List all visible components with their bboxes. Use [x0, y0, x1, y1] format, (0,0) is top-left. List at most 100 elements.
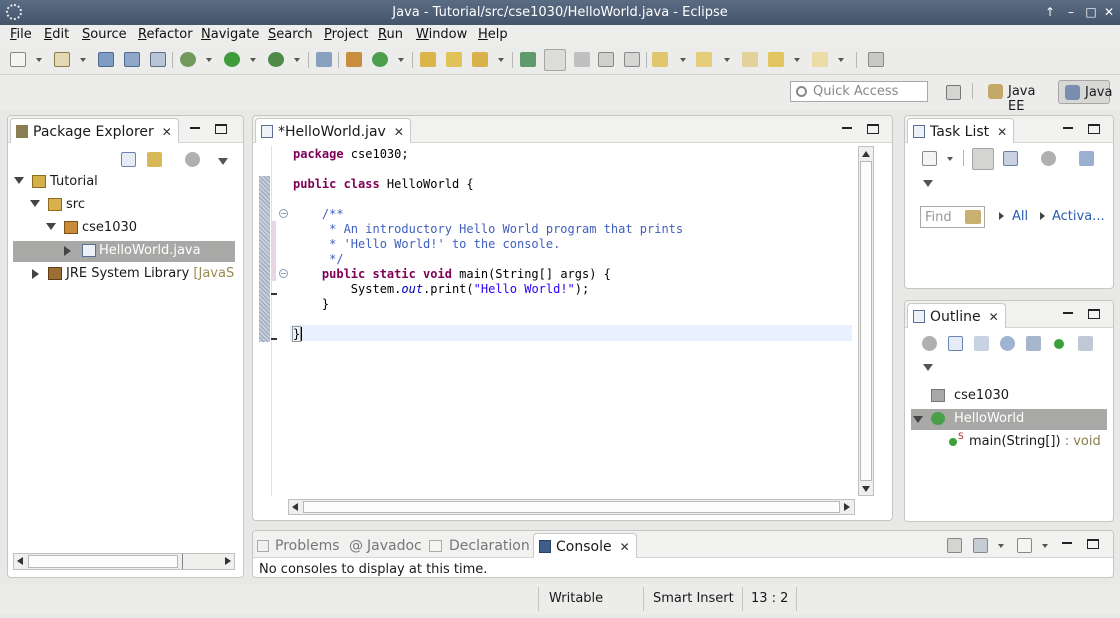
view-menu-icon[interactable] — [923, 364, 933, 371]
previous-annotation-icon[interactable] — [696, 52, 712, 67]
tree-item-project[interactable]: Tutorial — [14, 172, 234, 193]
last-edit-location-icon[interactable] — [742, 52, 758, 67]
new-icon[interactable] — [10, 52, 26, 67]
expand-icon[interactable] — [14, 177, 24, 184]
menu-window[interactable]: Window — [416, 27, 467, 42]
clear-icon[interactable] — [965, 210, 981, 224]
activate-link[interactable]: Activa... — [1052, 209, 1105, 224]
run-icon[interactable] — [224, 52, 240, 67]
open-resource-icon[interactable] — [446, 52, 462, 67]
minimize-icon[interactable] — [1061, 539, 1073, 549]
maximize-icon[interactable] — [1087, 539, 1099, 549]
perspective-java[interactable]: Java — [1058, 80, 1112, 104]
tree-item-helloworld-java[interactable]: HelloWorld.java — [13, 241, 235, 262]
collapse-all-icon[interactable] — [948, 336, 963, 351]
next-annotation-dropdown-icon[interactable] — [680, 58, 686, 62]
pin-editor-icon[interactable] — [868, 52, 884, 67]
show-whitespace-icon[interactable] — [598, 52, 614, 67]
outline-item-method[interactable]: S main(String[]) : void — [911, 432, 1107, 453]
fold-toggle-icon[interactable]: − — [279, 209, 288, 218]
expand-icon[interactable] — [32, 269, 39, 279]
find-input[interactable]: Find — [920, 206, 985, 228]
window-close-icon[interactable]: ✕ — [1101, 4, 1117, 20]
expand-icon[interactable] — [913, 416, 923, 423]
menu-run[interactable]: Run — [378, 27, 403, 42]
toggle-mark-occurrences-icon[interactable] — [544, 49, 566, 71]
menu-help[interactable]: Help — [478, 27, 508, 42]
fold-toggle-icon[interactable]: − — [279, 269, 288, 278]
close-icon[interactable]: ✕ — [394, 125, 404, 139]
show-paragraph-icon[interactable] — [624, 52, 640, 67]
code-editor[interactable]: − − package cse1030; public class HelloW… — [257, 146, 858, 496]
tree-item-package[interactable]: cse1030 — [46, 218, 226, 239]
search-dropdown-icon[interactable] — [498, 58, 504, 62]
new-java-project-icon[interactable] — [54, 52, 70, 67]
menu-refactor[interactable]: Refactor — [138, 27, 193, 42]
quick-access-input[interactable]: Quick Access — [790, 81, 928, 102]
view-menu-icon[interactable] — [923, 180, 933, 187]
back-dropdown-icon[interactable] — [794, 58, 800, 62]
categorized-icon[interactable] — [972, 148, 994, 170]
display-console-dropdown-icon[interactable] — [998, 544, 1004, 548]
minimize-icon[interactable] — [189, 124, 201, 134]
forward-dropdown-icon[interactable] — [838, 58, 844, 62]
minimize-icon[interactable] — [1062, 124, 1074, 134]
horizontal-scrollbar[interactable] — [13, 553, 235, 570]
open-console-icon[interactable] — [1017, 538, 1032, 553]
print-icon[interactable] — [150, 52, 166, 67]
tab-helloworld-java[interactable]: *HelloWorld.jav ✕ — [255, 118, 411, 143]
maximize-icon[interactable] — [1088, 309, 1100, 319]
task-repository-icon[interactable] — [520, 52, 536, 67]
toggle-block-selection-icon[interactable] — [574, 52, 590, 67]
window-up-icon[interactable]: ↑ — [1042, 4, 1058, 20]
new-java-package-icon[interactable] — [346, 52, 362, 67]
menu-navigate[interactable]: Navigate — [201, 27, 259, 42]
tab-problems[interactable]: Problems — [257, 538, 340, 554]
menu-file[interactable]: File — [10, 27, 32, 42]
display-selected-console-icon[interactable] — [973, 538, 988, 553]
expand-icon[interactable] — [30, 200, 40, 207]
scrollbar-thumb[interactable] — [860, 161, 872, 481]
view-filters-icon[interactable] — [185, 152, 200, 167]
minimize-icon[interactable] — [841, 124, 853, 134]
hide-fields-icon[interactable] — [1000, 336, 1015, 351]
view-menu-icon[interactable] — [218, 158, 228, 165]
hide-non-public-icon[interactable] — [1054, 339, 1064, 349]
close-icon[interactable]: ✕ — [620, 540, 630, 554]
hide-static-icon[interactable] — [1026, 336, 1041, 351]
expand-icon[interactable] — [46, 223, 56, 230]
forward-icon[interactable] — [812, 52, 828, 67]
next-annotation-icon[interactable] — [652, 52, 668, 67]
collapse-icon[interactable] — [1079, 151, 1094, 166]
skip-breakpoints-icon[interactable] — [316, 52, 332, 67]
expand-icon[interactable] — [64, 246, 71, 256]
vertical-scrollbar[interactable] — [858, 146, 874, 496]
outline-item-package[interactable]: cse1030 — [911, 386, 1107, 407]
horizontal-scrollbar[interactable] — [288, 499, 855, 515]
save-all-icon[interactable] — [124, 52, 140, 67]
open-console-dropdown-icon[interactable] — [1042, 544, 1048, 548]
all-link[interactable]: All — [1012, 209, 1028, 224]
tab-declaration[interactable]: Declaration — [429, 538, 530, 554]
new-task-dropdown-icon[interactable] — [947, 157, 953, 161]
tab-outline[interactable]: Outline ✕ — [907, 303, 1006, 328]
previous-annotation-dropdown-icon[interactable] — [724, 58, 730, 62]
menu-edit[interactable]: Edit — [44, 27, 69, 42]
new-class-dropdown-icon[interactable] — [398, 58, 404, 62]
outline-item-class[interactable]: HelloWorld — [911, 409, 1107, 430]
scheduled-icon[interactable] — [1003, 151, 1018, 166]
save-icon[interactable] — [98, 52, 114, 67]
menu-project[interactable]: Project — [324, 27, 369, 42]
scrollbar-thumb[interactable] — [28, 555, 178, 568]
external-tools-dropdown-icon[interactable] — [294, 58, 300, 62]
close-icon[interactable]: ✕ — [997, 125, 1007, 139]
open-type-icon[interactable] — [420, 52, 436, 67]
perspective-java-ee[interactable]: Java EE — [982, 80, 1056, 114]
new-java-class-icon[interactable] — [372, 52, 388, 67]
run-external-tools-icon[interactable] — [268, 52, 284, 67]
sort-icon[interactable] — [974, 336, 989, 351]
new-project-dropdown-icon[interactable] — [80, 58, 86, 62]
open-perspective-icon[interactable] — [946, 85, 961, 100]
link-with-editor-icon[interactable] — [147, 152, 162, 167]
menu-search[interactable]: Search — [268, 27, 313, 42]
